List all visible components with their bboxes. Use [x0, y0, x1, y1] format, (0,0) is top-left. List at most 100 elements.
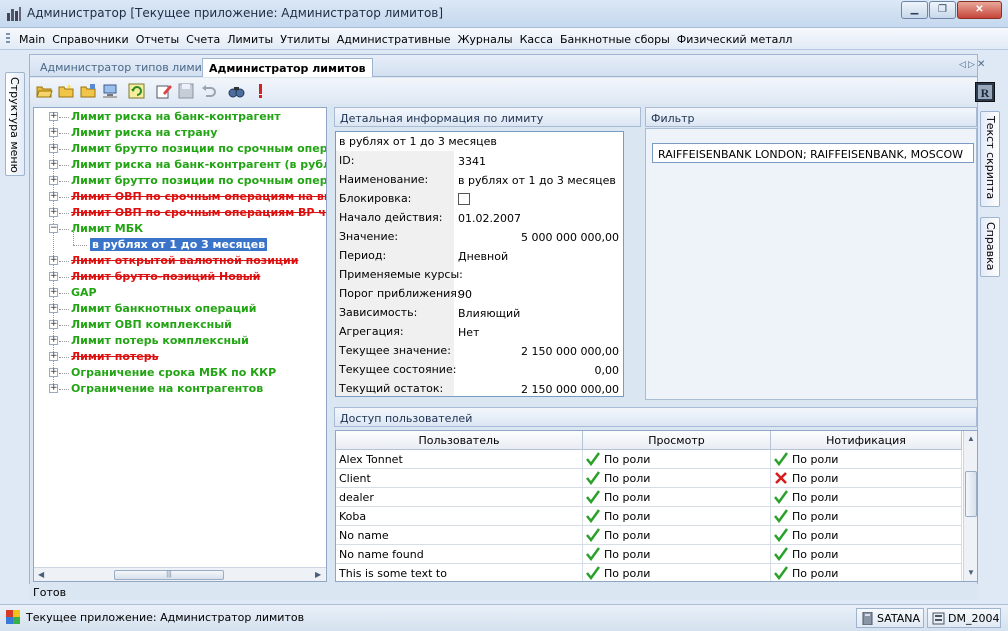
detail-value[interactable]: 0,00	[595, 364, 620, 377]
detail-value[interactable]: в рублях от 1 до 3 месяцев	[458, 174, 616, 187]
expand-icon[interactable]: +	[49, 272, 58, 281]
menu-item[interactable]: Касса	[520, 33, 553, 46]
undo-icon[interactable]	[200, 83, 217, 99]
view-cell[interactable]: По роли	[583, 545, 771, 564]
column-header-notify[interactable]: Нотификация	[771, 431, 962, 450]
notify-cell[interactable]: По роли	[771, 469, 962, 488]
tab-scroll-left-icon[interactable]: ◁	[959, 59, 966, 70]
tree-item[interactable]: + Лимит ОВП по срочным операциям на внут	[49, 189, 326, 205]
scroll-thumb[interactable]	[965, 471, 977, 517]
expand-icon[interactable]: +	[49, 160, 58, 169]
table-row[interactable]: This is some text to По роли По роли	[336, 564, 962, 581]
detail-value[interactable]: 2 150 000 000,00	[521, 383, 619, 396]
scroll-left-icon[interactable]: ◀	[38, 570, 44, 579]
menu-item[interactable]: Утилиты	[280, 33, 330, 46]
tree-child-item[interactable]: в рублях от 1 до 3 месяцев	[68, 229, 326, 253]
folder-edit-icon[interactable]	[80, 83, 97, 99]
save-icon[interactable]	[178, 83, 195, 99]
tree-item[interactable]: + Лимит брутто-позиций Новый	[49, 269, 319, 285]
expand-icon[interactable]: +	[49, 320, 58, 329]
table-row[interactable]: No name По роли По роли	[336, 526, 962, 545]
detail-value[interactable]: Дневной	[458, 250, 508, 263]
scroll-down-icon[interactable]: ▼	[967, 568, 975, 577]
expand-icon[interactable]: +	[49, 256, 58, 265]
side-tab-script-text[interactable]: Текст скрипта	[980, 111, 1000, 207]
computer-icon[interactable]	[102, 83, 119, 99]
tree-item[interactable]: + Лимит ОВП по срочным операциям ВР чист	[49, 205, 326, 221]
tree-item[interactable]: − Лимит МБК	[49, 221, 319, 237]
menu-item[interactable]: Административные	[337, 33, 451, 46]
expand-icon[interactable]: +	[49, 112, 58, 121]
tree-item[interactable]: + Лимит риска на страну	[49, 125, 319, 141]
notify-cell[interactable]: По роли	[771, 507, 962, 526]
tree-item[interactable]: + Лимит ОВП комплексный	[49, 317, 319, 333]
expand-icon[interactable]: +	[49, 144, 58, 153]
view-cell[interactable]: По роли	[583, 564, 771, 581]
view-cell[interactable]: По роли	[583, 469, 771, 488]
tree-item[interactable]: + Ограничение на контрагентов	[49, 381, 319, 397]
menu-item[interactable]: Main	[19, 33, 45, 46]
view-cell[interactable]: По роли	[583, 450, 771, 469]
alert-icon[interactable]	[252, 83, 269, 99]
tree-item[interactable]: + Ограничение срока МБК по ККР	[49, 365, 319, 381]
detail-value[interactable]: 5 000 000 000,00	[521, 231, 619, 244]
edit-icon[interactable]	[156, 83, 173, 99]
detail-value[interactable]: 2 150 000 000,00	[521, 345, 619, 358]
tree-item[interactable]: + Лимит брутто позиции по срочным операци	[49, 173, 326, 189]
tree-item[interactable]: + GAP	[49, 285, 319, 301]
expand-icon[interactable]: +	[49, 192, 58, 201]
view-cell[interactable]: По роли	[583, 488, 771, 507]
expand-icon[interactable]: +	[49, 176, 58, 185]
detail-value[interactable]: 90	[458, 288, 472, 301]
expand-icon[interactable]: +	[49, 128, 58, 137]
expand-icon[interactable]: +	[49, 304, 58, 313]
scroll-thumb[interactable]: |||	[114, 570, 224, 580]
table-row[interactable]: No name found По роли По роли	[336, 545, 962, 564]
menu-item[interactable]: Журналы	[458, 33, 513, 46]
notify-cell[interactable]: По роли	[771, 488, 962, 507]
grid-vertical-scrollbar[interactable]: ▲ ▼	[963, 431, 977, 581]
column-header-user[interactable]: Пользователь	[336, 431, 583, 450]
notify-cell[interactable]: По роли	[771, 450, 962, 469]
blocking-checkbox[interactable]	[458, 193, 470, 205]
menu-item[interactable]: Лимиты	[227, 33, 273, 46]
find-icon[interactable]	[228, 83, 245, 99]
tree-item[interactable]: + Лимит потерь комплексный	[49, 333, 319, 349]
detail-value[interactable]: 01.02.2007	[458, 212, 521, 225]
menu-item[interactable]: Отчеты	[136, 33, 179, 46]
expand-icon[interactable]: +	[49, 384, 58, 393]
filter-field[interactable]: RAIFFEISENBANK LONDON; RAIFFEISENBANK, M…	[652, 143, 974, 163]
detail-value[interactable]: Нет	[458, 326, 479, 339]
tree-item[interactable]: + Лимит открытой валютной позиции	[49, 253, 319, 269]
expand-icon[interactable]: +	[49, 352, 58, 361]
script-r-icon[interactable]: R	[975, 82, 995, 102]
expand-icon[interactable]: +	[49, 288, 58, 297]
tree-item[interactable]: + Лимит риска на банк-контрагент	[49, 109, 319, 125]
table-row[interactable]: Alex Tonnet По роли По роли	[336, 450, 962, 469]
tab-scroll-right-icon[interactable]: ▷	[968, 59, 975, 70]
tab-limit-types-admin[interactable]: Администратор типов лимитов	[34, 58, 227, 77]
tree-item[interactable]: + Лимит брутто позиции по срочным операци	[49, 141, 326, 157]
tree-item[interactable]: + Лимит риска на банк-контрагент (в рубля…	[49, 157, 326, 173]
tab-limits-admin[interactable]: Администратор лимитов	[202, 58, 373, 77]
maximize-button[interactable]: ❐	[929, 1, 956, 19]
tree-item[interactable]: + Лимит банкнотных операций	[49, 301, 319, 317]
expand-icon[interactable]: +	[49, 336, 58, 345]
menu-item[interactable]: Банкнотные сборы	[560, 33, 670, 46]
side-tab-help[interactable]: Справка	[980, 217, 1000, 277]
menu-grip-icon[interactable]	[6, 33, 10, 45]
tab-close-icon[interactable]: ✕	[977, 59, 985, 70]
view-cell[interactable]: По роли	[583, 526, 771, 545]
open-folder-icon[interactable]	[36, 83, 53, 99]
menu-item[interactable]: Справочники	[52, 33, 128, 46]
notify-cell[interactable]: По роли	[771, 545, 962, 564]
expand-icon[interactable]: +	[49, 208, 58, 217]
table-row[interactable]: Koba По роли По роли	[336, 507, 962, 526]
refresh-icon[interactable]	[128, 83, 145, 99]
expand-icon[interactable]: +	[49, 368, 58, 377]
menu-item[interactable]: Счета	[186, 33, 220, 46]
notify-cell[interactable]: По роли	[771, 526, 962, 545]
detail-value[interactable]: 3341	[458, 155, 486, 168]
table-row[interactable]: Client По роли По роли	[336, 469, 962, 488]
scroll-up-icon[interactable]: ▲	[967, 434, 975, 443]
